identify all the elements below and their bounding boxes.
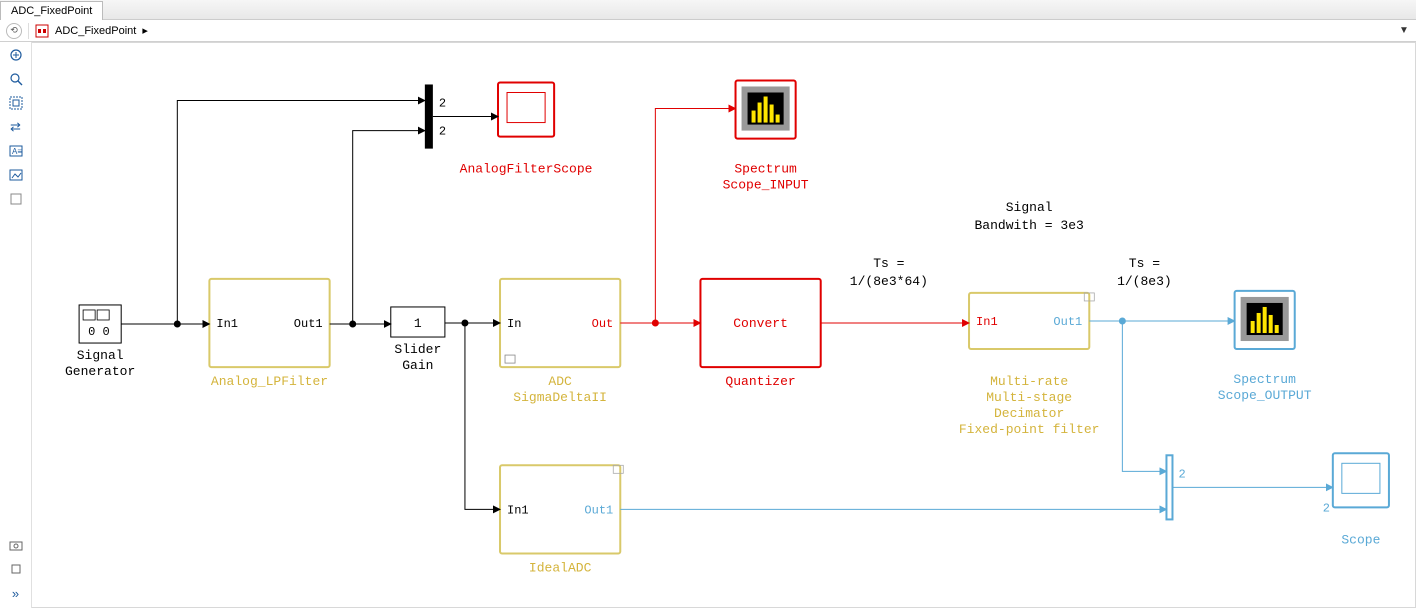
ideal-adc-block[interactable]: In1 Out1 IdealADC [500,465,623,575]
breadcrumb-model[interactable]: ADC_FixedPoint [55,25,136,37]
breadcrumb-arrow: ▸ [142,24,148,37]
iadc-out: Out1 [584,503,613,517]
signal-generator-block[interactable]: 0 0 Signal Generator [65,305,135,379]
ann-sb2: Bandwith = 3e3 [974,218,1083,233]
separator [28,23,29,39]
siggen-face: 0 0 [88,325,110,339]
svg-text:A≡: A≡ [12,147,22,156]
slider-val: 1 [414,316,422,331]
stop-icon[interactable] [7,560,25,578]
dec-l2: Multi-stage [986,390,1072,405]
lpf-out: Out1 [294,317,323,331]
spin-l2: Scope_INPUT [723,178,809,193]
sidebar: ⇄ A≡ » [0,42,32,608]
breadcrumb: ⟲ ADC_FixedPoint ▸ ▼ [0,20,1416,42]
dec-in: In1 [976,315,998,329]
spectrum-output-block[interactable]: Spectrum Scope_OUTPUT [1218,291,1312,403]
breadcrumb-dropdown[interactable]: ▼ [1398,20,1410,42]
swap-icon[interactable]: ⇄ [7,118,25,136]
model-icon [35,24,49,38]
quant-face: Convert [733,316,788,331]
lpf-in: In1 [216,317,238,331]
fit-select-icon[interactable] [7,94,25,112]
dec-l3: Decimator [994,406,1064,421]
slider-name2: Gain [402,358,433,373]
diagram: 0 0 Signal Generator In1 Out1 Analog_LPF… [32,43,1415,607]
scope-name: Scope [1341,532,1380,547]
dec-l4: Fixed-point filter [959,422,1100,437]
tab-bar: ADC_FixedPoint [0,0,1416,20]
dec-l1: Multi-rate [990,374,1068,389]
spout-l2: Scope_OUTPUT [1218,388,1312,403]
mux2-p1: 2 [1178,467,1185,481]
adc-name2: SigmaDeltaII [513,390,607,405]
model-tab[interactable]: ADC_FixedPoint [0,1,103,20]
ann-sb1: Signal [1006,200,1053,215]
analog-lpfilter-block[interactable]: In1 Out1 Analog_LPFilter [209,279,329,389]
spout-l1: Spectrum [1233,372,1296,387]
annotation-icon[interactable]: A≡ [7,142,25,160]
ann-ts2b: 1/(8e3) [1117,274,1172,289]
decimator-block[interactable]: In1 Out1 Multi-rate Multi-stage Decimato… [959,293,1100,437]
screenshot-icon[interactable] [7,536,25,554]
main-area: ⇄ A≡ » 0 0 Signal Generator [0,42,1416,608]
image-icon[interactable] [7,166,25,184]
iadc-name: IdealADC [529,561,592,576]
mux-p1: 2 [439,97,446,111]
tab-label: ADC_FixedPoint [11,5,92,17]
mux2-p2: 2 [1323,501,1330,515]
back-button[interactable]: ⟲ [6,23,22,39]
ann-ts1b: 1/(8e3*64) [850,274,928,289]
ann-ts2a: Ts = [1129,256,1160,271]
quant-name: Quantizer [725,374,795,389]
dec-out: Out1 [1053,315,1082,329]
scope-block[interactable]: Scope [1333,453,1389,547]
analog-filter-scope-block[interactable]: AnalogFilterScope [460,82,593,176]
ann-ts1a: Ts = [873,256,904,271]
expand-icon[interactable]: » [7,584,25,602]
iadc-in: In1 [507,503,529,517]
mux-p2: 2 [439,125,446,139]
fit-view-icon[interactable] [7,46,25,64]
spectrum-input-block[interactable]: Spectrum Scope_INPUT [723,80,809,192]
lpf-name: Analog_LPFilter [211,374,328,389]
spin-l1: Spectrum [734,162,797,177]
adc-name: ADC [548,374,572,389]
adc-out: Out [592,317,614,331]
quantizer-block[interactable]: Convert Quantizer [700,279,820,389]
siggen-name2: Generator [65,364,135,379]
viewmark-icon[interactable] [7,190,25,208]
zoom-icon[interactable] [7,70,25,88]
afscope-name: AnalogFilterScope [460,162,593,177]
canvas[interactable]: 0 0 Signal Generator In1 Out1 Analog_LPF… [32,42,1416,608]
adc-block[interactable]: In Out ADC SigmaDeltaII [500,279,620,405]
siggen-name1: Signal [77,348,124,363]
adc-in: In [507,317,521,331]
slider-gain-block[interactable]: 1 Slider Gain [391,307,445,373]
slider-name1: Slider [394,342,441,357]
